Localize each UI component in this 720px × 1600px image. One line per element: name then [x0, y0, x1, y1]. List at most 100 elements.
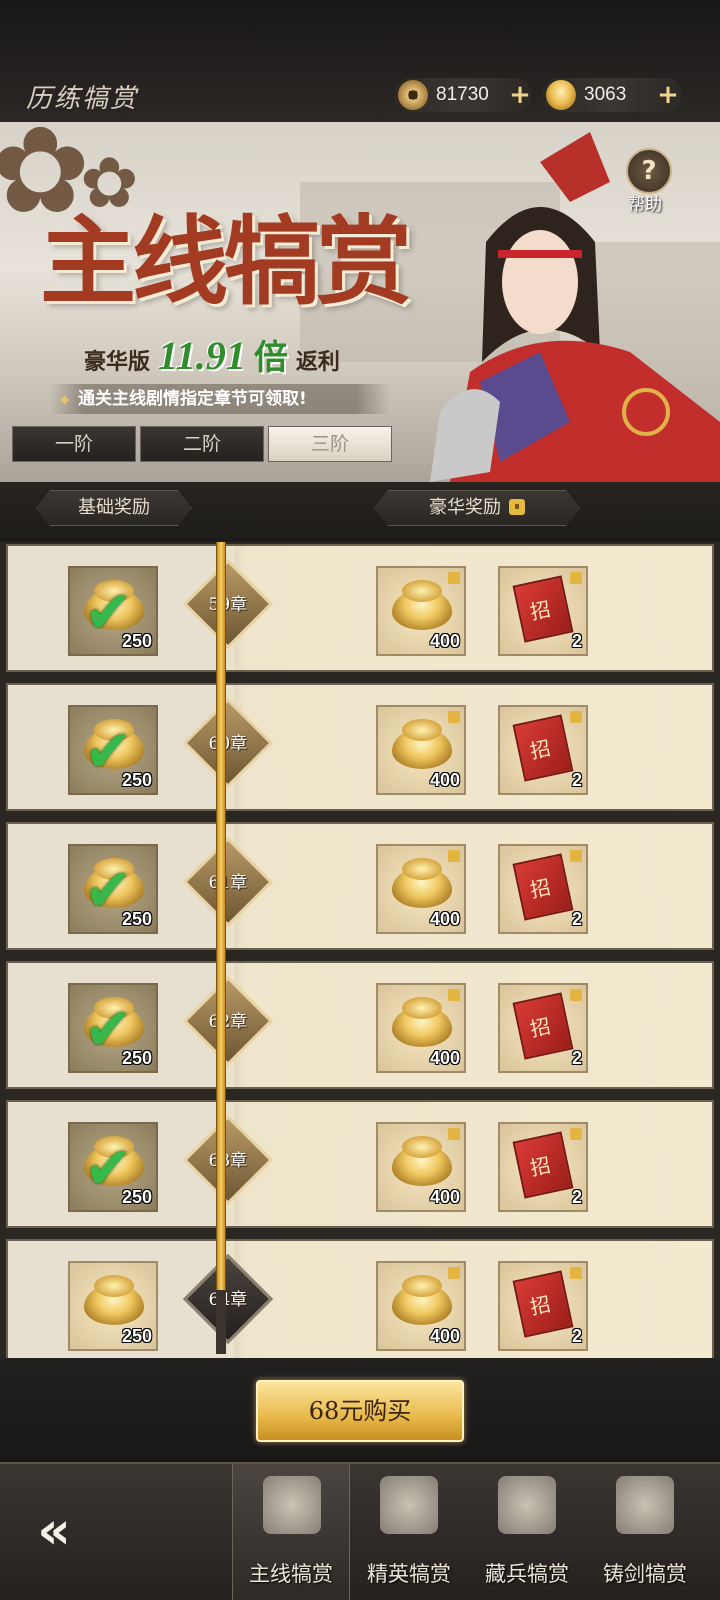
recruit-scroll-icon — [512, 853, 574, 921]
premium-reward-item[interactable]: 2 — [498, 1261, 588, 1351]
recruit-scroll-icon — [512, 1131, 574, 1199]
gold-ingot-counter[interactable]: 3063 + — [542, 78, 682, 112]
tab-armory-reward[interactable]: 藏兵犒赏 — [468, 1464, 586, 1600]
help-label[interactable]: 帮助 — [628, 190, 662, 215]
lock-icon — [509, 499, 525, 515]
reward-qty: 2 — [571, 909, 582, 929]
gold-ingot-icon — [84, 1275, 144, 1325]
recruit-scroll-icon — [512, 992, 574, 1060]
chapter-label: 61章 — [208, 873, 248, 893]
reward-qty: 2 — [571, 770, 582, 790]
back-arrow-icon[interactable]: « — [10, 1496, 98, 1566]
reward-qty: 250 — [121, 909, 152, 929]
premium-reward-item[interactable]: 2 — [498, 1122, 588, 1212]
reward-qty: 250 — [121, 1048, 152, 1068]
tab-label: 藏兵犒赏 — [485, 1562, 569, 1586]
rebate-label: 返利 — [295, 349, 340, 375]
tab-tier-2[interactable]: 二阶 — [140, 426, 264, 462]
chapter-label: 63章 — [208, 1151, 248, 1171]
basic-reward-item[interactable]: ✔ 250 — [68, 566, 158, 656]
table-row: 250 64章 400 2 — [6, 1239, 714, 1358]
premium-reward-item[interactable]: 400 — [376, 983, 466, 1073]
basic-reward-item[interactable]: ✔ 250 — [68, 983, 158, 1073]
premium-reward-item[interactable]: 2 — [498, 844, 588, 934]
tab-label: 主线犒赏 — [249, 1562, 333, 1586]
table-row: ✔ 250 59章 400 2 — [6, 544, 714, 672]
lock-icon — [570, 989, 582, 1001]
premium-reward-item[interactable]: 400 — [376, 566, 466, 656]
premium-reward-header: 豪华奖励 — [374, 490, 580, 526]
reward-qty: 400 — [429, 631, 460, 651]
gold-ingot-icon — [392, 997, 452, 1047]
helmet-icon — [380, 1476, 438, 1534]
reward-qty: 2 — [571, 1187, 582, 1207]
gold-ingot-icon — [392, 858, 452, 908]
premium-reward-item[interactable]: 400 — [376, 844, 466, 934]
table-row: ✔ 250 61章 400 2 — [6, 822, 714, 950]
rebate-line: 豪华版 11.91 倍 返利 — [84, 330, 340, 379]
basic-reward-item[interactable]: ✔ 250 — [68, 844, 158, 934]
lock-icon — [570, 572, 582, 584]
recruit-scroll-icon — [512, 714, 574, 782]
reward-qty: 400 — [429, 909, 460, 929]
copper-coin-value: 81730 — [436, 84, 489, 105]
gold-ingot-icon — [392, 719, 452, 769]
reward-qty: 2 — [571, 1048, 582, 1068]
lock-icon — [570, 1267, 582, 1279]
chapter-label: 64章 — [208, 1290, 248, 1310]
reward-qty: 2 — [571, 631, 582, 651]
gold-ingot-icon — [546, 80, 576, 110]
cauldron-icon — [498, 1476, 556, 1534]
chapter-label: 62章 — [208, 1012, 248, 1032]
gold-ingot-icon — [392, 1136, 452, 1186]
gold-ingot-icon — [392, 1275, 452, 1325]
tab-tier-3[interactable]: 三阶 — [268, 426, 392, 462]
lock-icon — [570, 1128, 582, 1140]
premium-reward-item[interactable]: 400 — [376, 1122, 466, 1212]
basic-reward-item[interactable]: 250 — [68, 1261, 158, 1351]
lock-icon — [448, 989, 460, 1001]
reward-qty: 250 — [121, 770, 152, 790]
tab-main-reward[interactable]: 主线犒赏 — [232, 1464, 350, 1600]
progress-track-locked — [216, 1290, 226, 1354]
tab-label: 精英犒赏 — [367, 1562, 451, 1586]
tab-elite-reward[interactable]: 精英犒赏 — [350, 1464, 468, 1600]
page-title: 历练犒赏 — [26, 84, 139, 114]
premium-reward-item[interactable]: 400 — [376, 705, 466, 795]
reward-qty: 400 — [429, 1048, 460, 1068]
banner-notice: 通关主线剧情指定章节可领取! — [50, 384, 390, 414]
copper-coin-counter[interactable]: 81730 + — [394, 78, 532, 112]
premium-reward-item[interactable]: 2 — [498, 983, 588, 1073]
premium-reward-item[interactable]: 400 — [376, 1261, 466, 1351]
basic-reward-item[interactable]: ✔ 250 — [68, 705, 158, 795]
table-row: ✔ 250 63章 400 2 — [6, 1100, 714, 1228]
lock-icon — [448, 711, 460, 723]
help-button[interactable]: ? — [626, 148, 672, 194]
gold-ingot-value: 3063 — [584, 84, 627, 105]
lock-icon — [448, 572, 460, 584]
lock-icon — [448, 1128, 460, 1140]
multiplier-value: 11.91 — [158, 333, 246, 378]
add-coin-icon[interactable]: + — [508, 80, 532, 110]
reward-list[interactable]: ✔ 250 59章 400 2 ✔ 250 60章 400 — [0, 542, 720, 1358]
lock-icon — [448, 850, 460, 862]
buy-button[interactable]: 68元购买 — [256, 1380, 464, 1442]
premium-reward-item[interactable]: 2 — [498, 566, 588, 656]
reward-qty: 250 — [121, 1187, 152, 1207]
reward-qty: 2 — [571, 1326, 582, 1346]
chapter-label: 60章 — [208, 734, 248, 754]
reward-qty: 400 — [429, 770, 460, 790]
recruit-scroll-icon — [512, 1270, 574, 1338]
multiplier-unit: 倍 — [253, 338, 288, 378]
progress-track — [216, 542, 226, 1352]
reward-qty: 250 — [121, 631, 152, 651]
premium-reward-item[interactable]: 2 — [498, 705, 588, 795]
tab-forge-reward[interactable]: 铸剑犒赏 — [586, 1464, 704, 1600]
basic-reward-item[interactable]: ✔ 250 — [68, 1122, 158, 1212]
top-bar: 历练犒赏 81730 + 3063 + — [0, 0, 720, 122]
basic-reward-header: 基础奖励 — [36, 490, 192, 526]
gold-ingot-icon — [392, 580, 452, 630]
add-ingot-icon[interactable]: + — [656, 80, 680, 110]
tab-tier-1[interactable]: 一阶 — [12, 426, 136, 462]
tab-label: 铸剑犒赏 — [603, 1562, 687, 1586]
